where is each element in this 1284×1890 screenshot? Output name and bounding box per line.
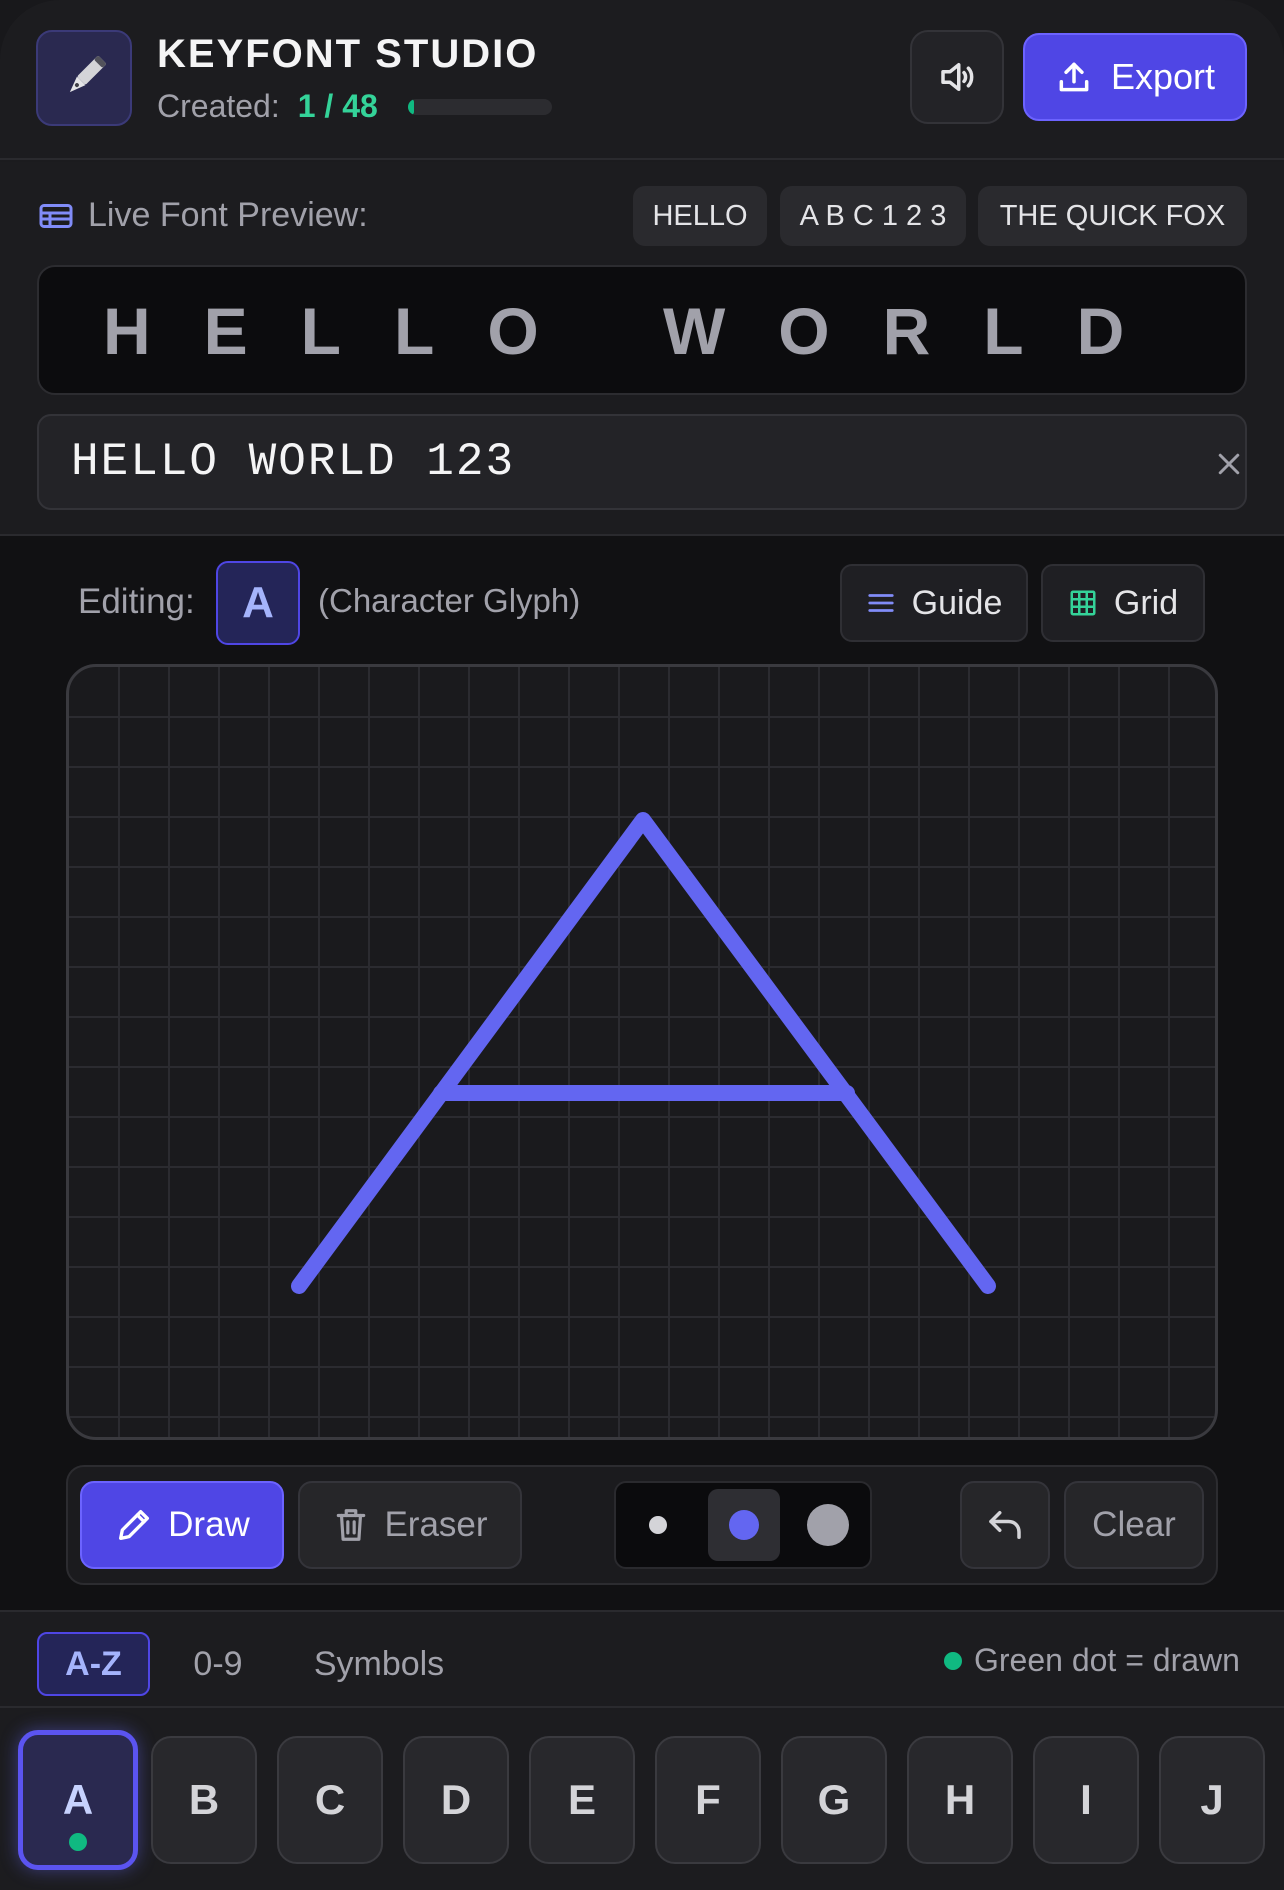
sound-button[interactable] xyxy=(910,30,1004,124)
pencil-icon xyxy=(119,1510,150,1540)
app-frame: KEYFONT STUDIO Created: 1 / 48 Export Li… xyxy=(0,0,1284,1890)
speaker-icon xyxy=(941,63,974,91)
keyboard-icon xyxy=(39,203,73,228)
font-preview-display: HELLO WORLD 123 xyxy=(37,265,1247,395)
brush-size-medium[interactable] xyxy=(708,1489,780,1561)
created-count: 1 / 48 xyxy=(297,88,378,124)
preset-chip-quick-fox[interactable]: THE QUICK FOX xyxy=(978,186,1247,246)
character-key-grid: A B C D E F G H I J xyxy=(0,1708,1284,1890)
canvas-grid xyxy=(69,667,1215,1437)
progress-fill xyxy=(407,98,414,115)
drawing-canvas[interactable] xyxy=(66,664,1218,1440)
key-h[interactable]: H xyxy=(907,1736,1013,1864)
drawn-legend: Green dot = drawn xyxy=(944,1642,1240,1679)
key-a[interactable]: A xyxy=(18,1730,138,1870)
brush-size-selector xyxy=(614,1481,872,1569)
grid-toggle[interactable]: Grid xyxy=(1041,564,1205,642)
clear-input-button[interactable] xyxy=(1209,444,1249,484)
undo-button[interactable] xyxy=(960,1481,1050,1569)
legend-text: Green dot = drawn xyxy=(974,1642,1240,1678)
tab-a-z[interactable]: A-Z xyxy=(37,1632,150,1696)
eraser-label: Eraser xyxy=(384,1505,488,1544)
tab-symbols[interactable]: Symbols xyxy=(292,1632,466,1696)
editing-label: Editing: xyxy=(78,582,195,621)
glyph-editor-section: Editing: A (Character Glyph) Guide Grid xyxy=(0,536,1284,1610)
character-category-tabs: A-Z 0-9 Symbols Green dot = drawn xyxy=(0,1610,1284,1708)
dot-large-icon xyxy=(807,1504,849,1546)
pen-nib-icon xyxy=(36,30,132,126)
export-label: Export xyxy=(1110,56,1216,97)
brush-size-small[interactable] xyxy=(622,1489,694,1561)
drawn-dot-icon xyxy=(69,1833,87,1851)
key-c[interactable]: C xyxy=(277,1736,383,1864)
key-d[interactable]: D xyxy=(403,1736,509,1864)
key-j[interactable]: J xyxy=(1159,1736,1265,1864)
draw-tool-button[interactable]: Draw xyxy=(80,1481,284,1569)
created-progress: Created: 1 / 48 xyxy=(157,88,552,125)
close-icon xyxy=(1218,453,1240,475)
created-label: Created: xyxy=(157,88,280,124)
progress-bar xyxy=(407,98,552,115)
preview-text-input-wrapper xyxy=(37,414,1247,510)
export-button[interactable]: Export xyxy=(1023,33,1247,121)
undo-icon xyxy=(989,1511,1021,1539)
preset-chip-abc123[interactable]: A B C 1 2 3 xyxy=(780,186,966,246)
eraser-tool-button[interactable]: Eraser xyxy=(298,1481,522,1569)
green-dot-icon xyxy=(944,1651,962,1670)
key-b[interactable]: B xyxy=(151,1736,257,1864)
trash-icon xyxy=(337,1509,366,1541)
editing-char-badge: A xyxy=(216,561,300,645)
drawing-toolbar: Draw Eraser Clear xyxy=(66,1465,1218,1585)
key-e[interactable]: E xyxy=(529,1736,635,1864)
preview-label-row: Live Font Preview: xyxy=(38,196,368,235)
live-preview-section: Live Font Preview: HELLO A B C 1 2 3 THE… xyxy=(0,162,1284,536)
dot-small-icon xyxy=(649,1516,667,1534)
draw-label: Draw xyxy=(168,1505,250,1544)
grid-icon xyxy=(1070,590,1096,616)
key-f[interactable]: F xyxy=(655,1736,761,1864)
preview-label: Live Font Preview: xyxy=(88,196,368,234)
key-a-label: A xyxy=(62,1776,94,1823)
dot-medium-icon xyxy=(729,1510,759,1540)
guide-toggle[interactable]: Guide xyxy=(840,564,1028,642)
lines-icon xyxy=(868,594,894,612)
rendered-preview-text: HELLO WORLD 123 xyxy=(103,294,1245,368)
upload-icon xyxy=(1059,62,1089,92)
clear-canvas-button[interactable]: Clear xyxy=(1064,1481,1204,1569)
app-title: KEYFONT STUDIO xyxy=(157,32,539,76)
drawing-canvas-svg xyxy=(69,667,1215,1437)
key-g[interactable]: G xyxy=(781,1736,887,1864)
grid-label: Grid xyxy=(1113,583,1179,622)
guide-label: Guide xyxy=(911,583,1003,622)
tab-0-9[interactable]: 0-9 xyxy=(170,1632,266,1696)
brush-size-large[interactable] xyxy=(792,1489,864,1561)
editing-hint: (Character Glyph) xyxy=(318,582,581,619)
preview-text-input[interactable] xyxy=(71,416,1151,508)
preset-chip-hello[interactable]: HELLO xyxy=(633,186,767,246)
key-i[interactable]: I xyxy=(1033,1736,1139,1864)
app-header: KEYFONT STUDIO Created: 1 / 48 Export xyxy=(0,0,1284,160)
